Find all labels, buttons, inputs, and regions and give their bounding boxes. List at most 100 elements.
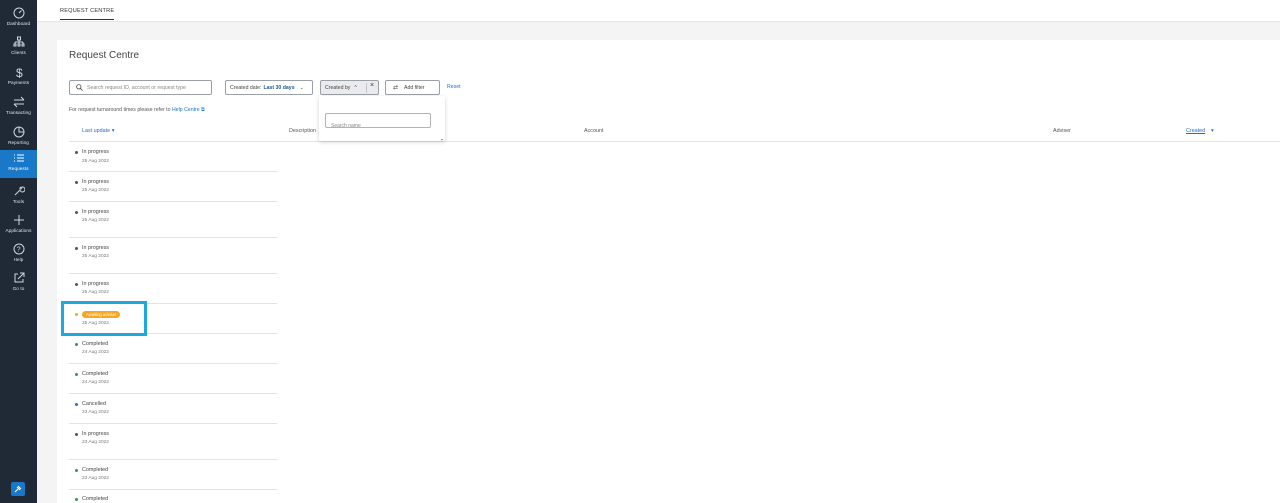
table-row[interactable]: Completed: [69, 490, 277, 503]
status-label: In progress: [75, 431, 109, 437]
table-row[interactable]: In progress 25 Aug 2022: [69, 238, 277, 274]
column-adviser: Adviser: [1053, 128, 1071, 134]
table-row[interactable]: Completed 23 Aug 2022: [69, 460, 277, 490]
sort-down-icon: ▾: [1211, 128, 1214, 134]
table-row[interactable]: Cancelled 23 Aug 2022: [69, 394, 277, 424]
status-label: In progress: [75, 179, 109, 185]
status-label: Completed: [75, 467, 108, 473]
wrench-icon: [14, 186, 25, 196]
add-filter-button[interactable]: ⇄ Add filter: [385, 80, 440, 95]
pie-chart-icon: [13, 126, 24, 138]
column-label: Last update: [82, 128, 111, 134]
chevron-down-icon: ⌄: [299, 84, 304, 91]
column-label: Created: [1186, 128, 1206, 134]
nav-clients[interactable]: Clients: [0, 34, 37, 64]
status-label: In progress: [75, 149, 109, 155]
status-label: In progress: [75, 209, 109, 215]
table-row[interactable]: In progress 23 Aug 2022: [69, 424, 277, 460]
list-check-icon: [13, 154, 24, 162]
search-input[interactable]: [87, 84, 207, 91]
help-note: For request turnaround times please refe…: [69, 107, 205, 114]
row-date: 23 Aug 2022: [82, 440, 109, 445]
created-date-value: Last 30 days: [263, 84, 295, 91]
row-date: 25 Aug 2022: [82, 188, 109, 193]
chevron-up-icon: ^: [354, 84, 357, 91]
nav-label: Help: [13, 257, 24, 262]
page-title: Request Centre: [69, 50, 140, 61]
table-row[interactable]: In progress 25 Aug 2022: [69, 274, 277, 304]
status-text: Completed: [82, 496, 109, 502]
help-centre-link[interactable]: Help Centre: [172, 107, 200, 113]
row-date: 24 Aug 2022: [82, 350, 109, 355]
column-created[interactable]: Created: [1186, 128, 1205, 134]
status-text: In progress: [82, 209, 109, 215]
search-box[interactable]: [69, 80, 212, 95]
svg-text:$: $: [16, 66, 23, 78]
table-row[interactable]: In progress 25 Aug 2022: [69, 142, 277, 172]
scroll-down-icon[interactable]: ▾: [441, 137, 443, 142]
nav-tools[interactable]: Tools: [0, 183, 37, 213]
created-date-filter[interactable]: Created date: Last 30 days ⌄: [225, 80, 313, 95]
status-text: In progress: [82, 431, 109, 437]
svg-text:?: ?: [16, 247, 20, 254]
row-date: 25 Aug 2022: [82, 218, 109, 223]
status-text: In progress: [82, 245, 109, 251]
status-label: Completed: [75, 371, 108, 377]
created-by-filter[interactable]: Created by ^ ×: [320, 80, 379, 95]
dropdown-search-box[interactable]: [325, 113, 431, 129]
status-label: In progress: [75, 245, 109, 251]
plus-icon: [13, 215, 24, 225]
status-dot: [75, 180, 78, 184]
status-dot: [75, 150, 78, 154]
reset-link[interactable]: Reset: [447, 84, 461, 90]
highlight-box: [61, 301, 147, 336]
sidebar: Dashboard Clients $ Payments Transacting…: [0, 0, 37, 503]
nav-label: Requests: [8, 166, 29, 171]
nav-label: Applications: [5, 228, 32, 233]
nav-help[interactable]: ? Help: [0, 241, 37, 271]
status-text: Completed: [82, 371, 109, 377]
filter-sliders-icon: ⇄: [393, 85, 399, 91]
name-search-input[interactable]: [331, 123, 426, 129]
created-date-label: Created date:: [230, 84, 262, 91]
nav-dashboard[interactable]: Dashboard: [0, 5, 37, 35]
nav-applications[interactable]: Applications: [0, 212, 37, 242]
row-date: 25 Aug 2022: [82, 159, 109, 164]
nav-payments[interactable]: $ Payments: [0, 64, 37, 94]
pin-sidebar-button[interactable]: [11, 482, 25, 496]
status-dot: [75, 468, 78, 472]
nav-label: Transacting: [6, 110, 31, 115]
nav-goto[interactable]: Go to: [0, 270, 37, 300]
nav-label: Go to: [12, 286, 25, 291]
nav-label: Payments: [7, 80, 30, 85]
status-dot: [75, 402, 78, 406]
status-dot: [75, 210, 78, 214]
row-date: 25 Aug 2022: [82, 254, 109, 259]
gauge-icon: [13, 7, 24, 19]
status-text: In progress: [82, 281, 109, 287]
nav-transacting[interactable]: Transacting: [0, 94, 37, 124]
request-centre-card: Request Centre Created date: Last 30 day…: [57, 40, 1280, 503]
nav-requests[interactable]: Requests: [0, 150, 37, 178]
nav-label: Tools: [12, 199, 25, 204]
status-text: In progress: [82, 149, 109, 155]
status-dot: [75, 372, 78, 376]
status-dot: [75, 282, 78, 286]
row-date: 23 Aug 2022: [82, 476, 109, 481]
status-label: Cancelled: [75, 401, 106, 407]
row-date: 24 Aug 2022: [82, 380, 109, 385]
nav-label: Clients: [11, 50, 26, 55]
table-row[interactable]: In progress 25 Aug 2022: [69, 172, 277, 202]
clear-filter-icon[interactable]: ×: [370, 82, 374, 89]
table-row[interactable]: Completed 24 Aug 2022: [69, 364, 277, 394]
column-last-update[interactable]: Last update ▾: [82, 128, 114, 134]
tab-request-centre[interactable]: REQUEST CENTRE: [60, 8, 115, 20]
external-link-icon: [14, 272, 24, 283]
dollar-icon: $: [16, 66, 23, 78]
table-row[interactable]: In progress 25 Aug 2022: [69, 202, 277, 238]
table-row[interactable]: Completed 24 Aug 2022: [69, 334, 277, 364]
status-text: Completed: [82, 341, 109, 347]
created-by-dropdown: ▾: [319, 96, 445, 142]
created-by-label: Created by: [325, 84, 351, 91]
column-description: Description: [289, 128, 316, 134]
